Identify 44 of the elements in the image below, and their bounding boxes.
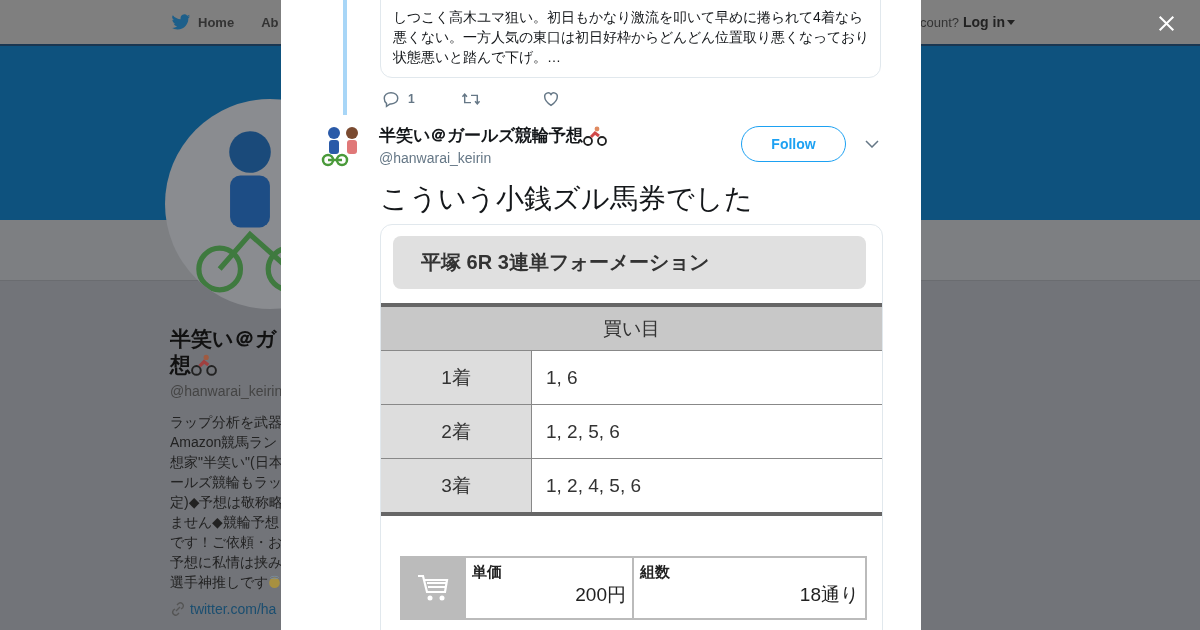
table-cell: 3着 bbox=[381, 459, 532, 512]
bio-line: 定)◆予想は敬称略 bbox=[170, 493, 281, 512]
follow-button[interactable]: Follow bbox=[741, 126, 846, 162]
link-icon bbox=[170, 601, 186, 617]
bio-line: ラップ分析を武器 bbox=[170, 413, 281, 432]
bird-icon bbox=[171, 13, 191, 31]
table-cell: 1着 bbox=[381, 351, 532, 404]
login-link[interactable]: Log in bbox=[963, 14, 1015, 30]
nav-link[interactable]: Ab bbox=[261, 14, 279, 30]
formation-title: 平塚 6R 3連単フォーメーション bbox=[393, 236, 866, 289]
cart-icon bbox=[417, 574, 449, 602]
summary-value: 18通り bbox=[799, 583, 859, 607]
profile-name: 半笑い＠ガ 想 bbox=[170, 326, 278, 378]
bio-line: Amazon競馬ラン bbox=[170, 433, 279, 452]
cyclist-icon bbox=[583, 124, 607, 147]
table-cell: 2着 bbox=[381, 405, 532, 458]
nav-link[interactable]: Home bbox=[198, 14, 235, 30]
caret-icon bbox=[1007, 19, 1015, 25]
heart-icon[interactable] bbox=[542, 90, 560, 108]
table-cell-text: 1, 2, 4, 5, 6 bbox=[545, 473, 643, 498]
bio-line: 予想に私情は挟み bbox=[170, 553, 281, 572]
bio-line: です！ご依頼・お bbox=[170, 533, 281, 552]
cyclist-icon bbox=[191, 354, 217, 376]
emoji-icon bbox=[268, 575, 281, 589]
author-handle[interactable]: @hanwarai_keirin bbox=[379, 150, 741, 166]
bio-line: ールズ競輪もラッ bbox=[170, 473, 281, 492]
attached-image[interactable]: 平塚 6R 3連単フォーメーション 買い目 1着 1, 6 2着 1, 2, 5, 6 3着 1, 2, 4, 5, 6 単価 200円 組数 18通り bbox=[380, 224, 883, 630]
summary-label: 組数 bbox=[640, 563, 671, 582]
close-icon[interactable] bbox=[1158, 15, 1175, 32]
reply-count: 1 bbox=[408, 92, 415, 106]
summary-value: 200円 bbox=[575, 583, 626, 607]
summary-label: 単価 bbox=[472, 563, 503, 582]
account-prompt: count? bbox=[919, 14, 959, 30]
quoted-tweet-text: しつこく高木ユマ狙い。初日もかなり激流を叩いて早めに捲られて4着なら悪くない。一方人気の東口は初日好枠からどんどん位置取り悪くなっており状態悪いと踏んで下げ。… bbox=[380, 0, 881, 78]
tweet-text: こういう小銭ズル馬券でした bbox=[380, 182, 754, 216]
author-name[interactable]: 半笑い＠ガールズ競輪予想 bbox=[379, 124, 583, 147]
chevron-icon[interactable] bbox=[865, 140, 879, 148]
retweet-icon[interactable] bbox=[461, 90, 481, 108]
table-cell-text: 1, 2, 5, 6 bbox=[545, 419, 621, 444]
table-cell-text: 1, 6 bbox=[545, 365, 579, 390]
table-header: 買い目 bbox=[381, 307, 882, 351]
reply-icon[interactable] bbox=[382, 90, 400, 108]
bio-line: ません◆競輪予想 bbox=[170, 513, 280, 532]
bio-line: 選手神推しです bbox=[170, 572, 281, 592]
